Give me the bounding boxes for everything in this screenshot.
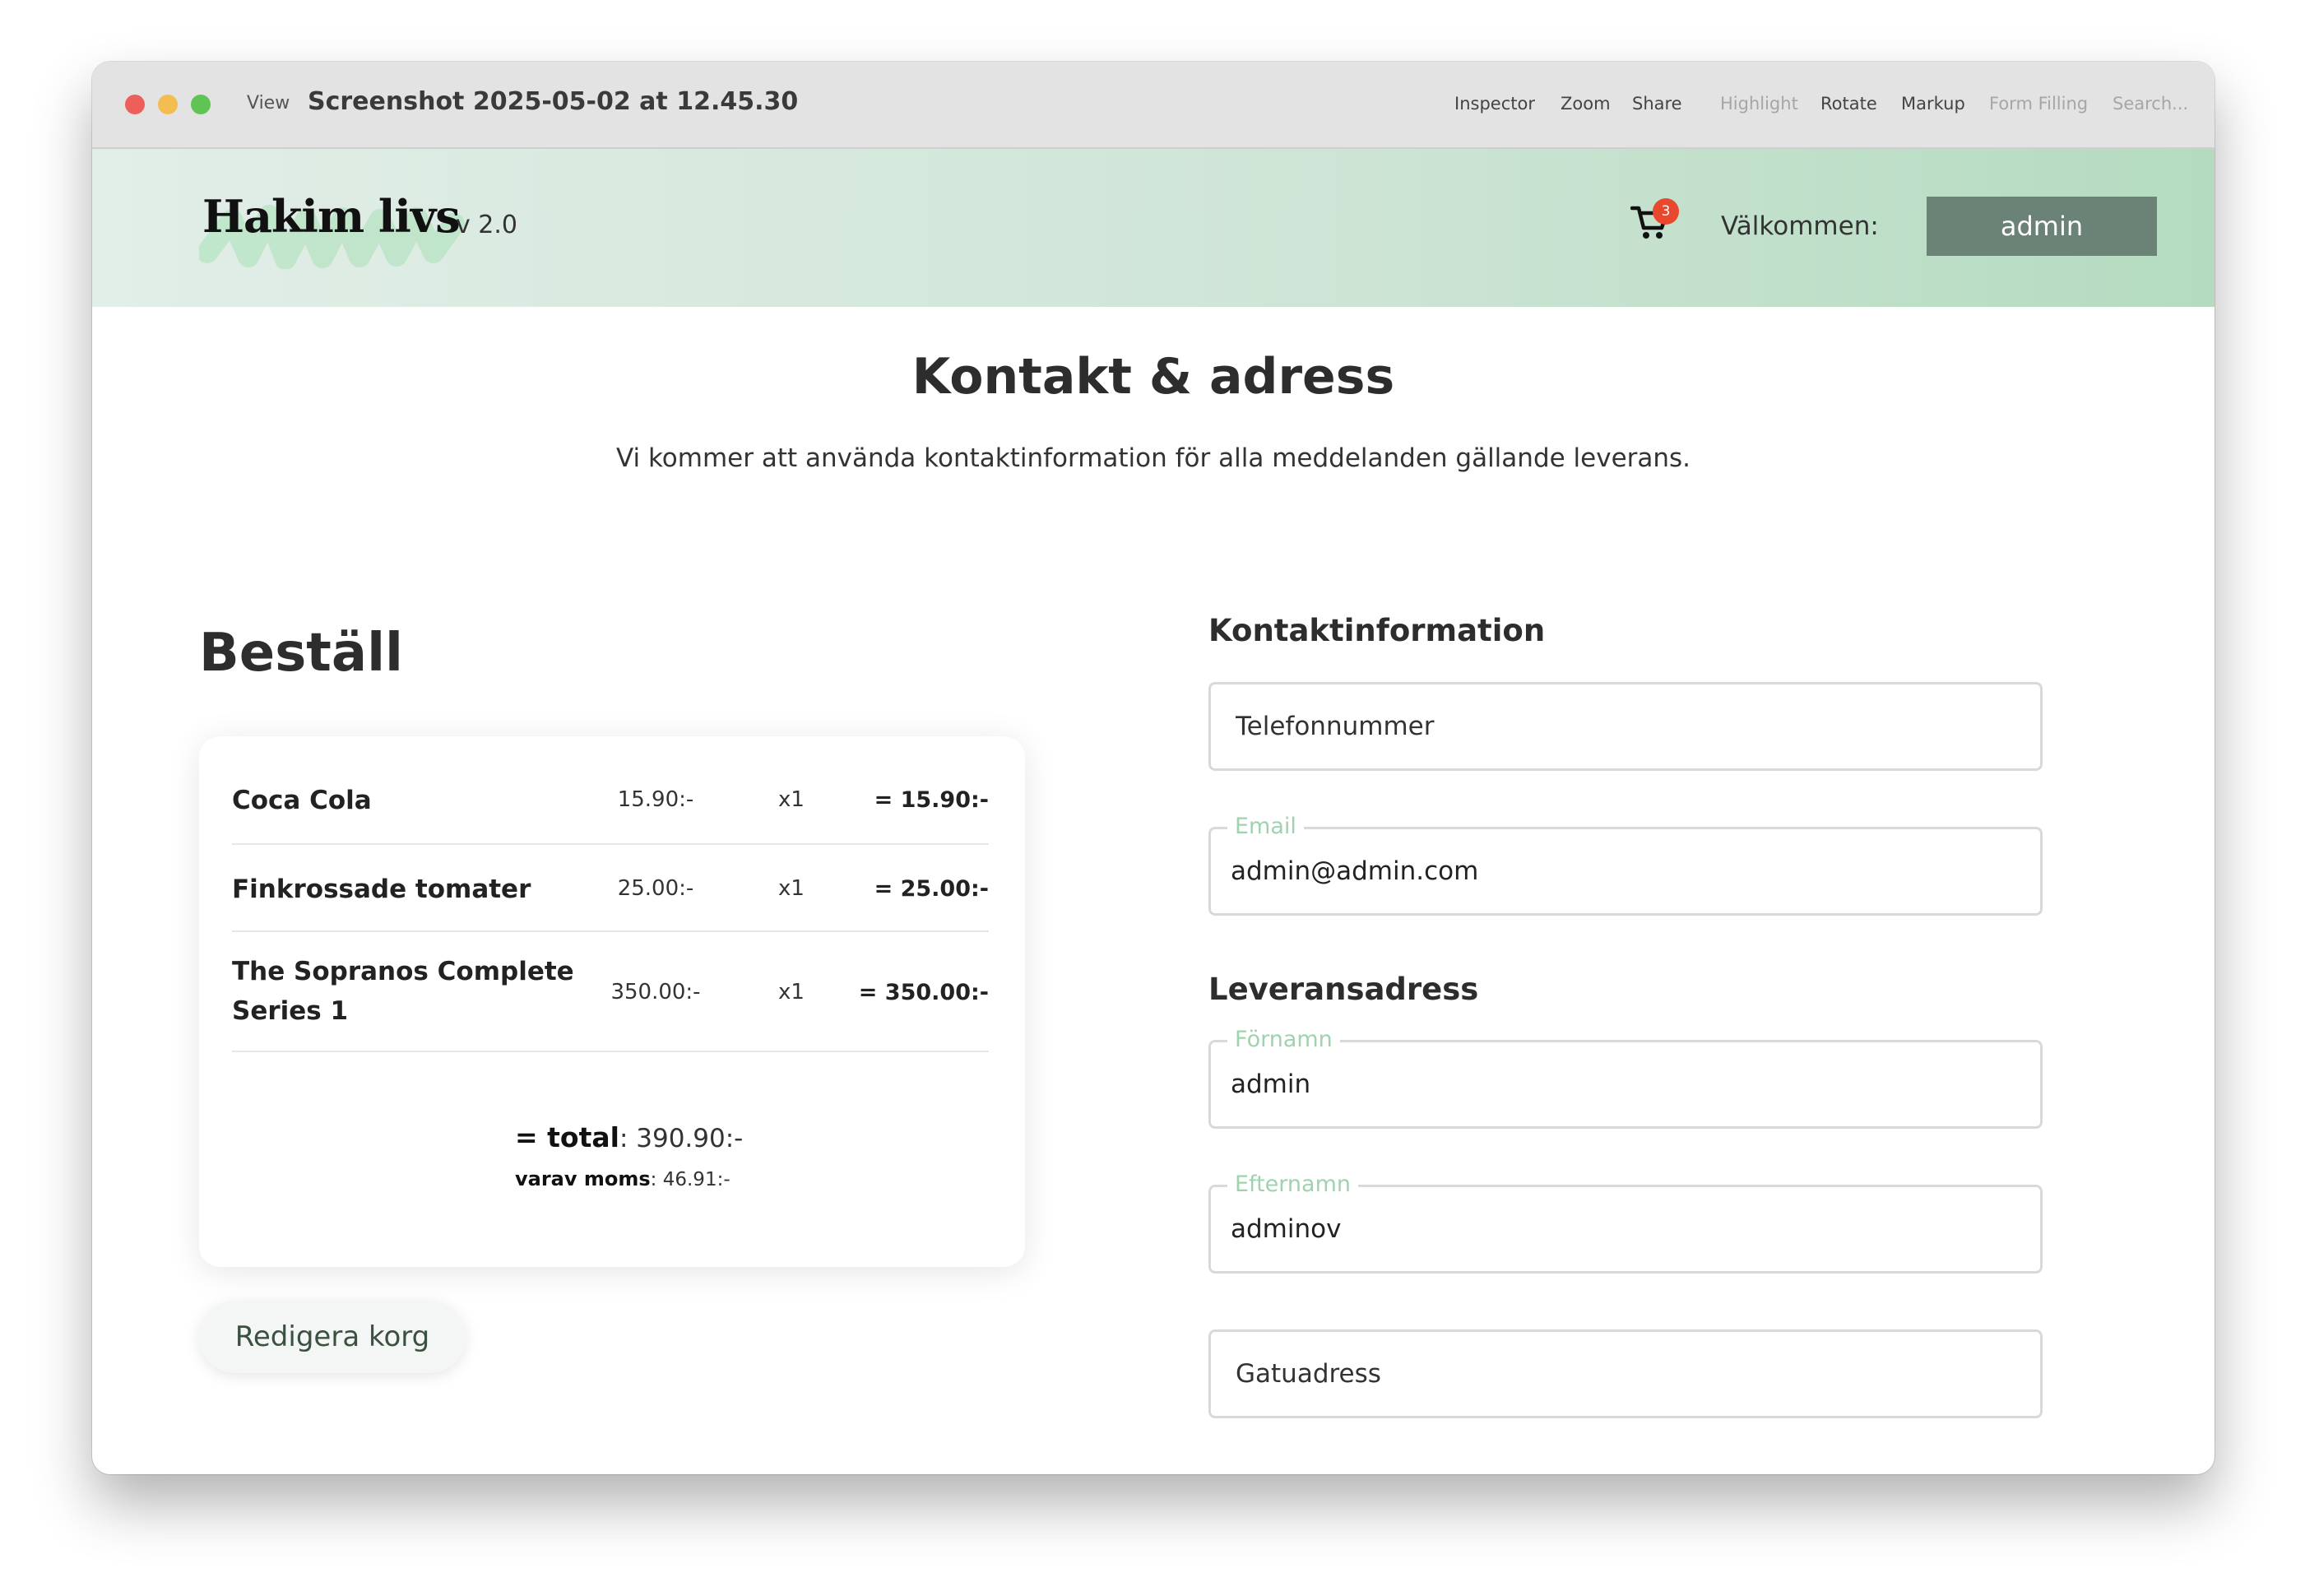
search-field[interactable]: Search... <box>2113 94 2188 114</box>
edit-cart-button[interactable]: Redigera korg <box>199 1301 466 1373</box>
page-title: Kontakt & adress <box>911 348 1395 406</box>
item-name: Finkrossade tomater <box>232 875 531 904</box>
item-quantity: x1 <box>778 876 805 901</box>
item-name: Coca Cola <box>232 786 372 815</box>
title-bar: View Screenshot 2025-05-02 at 12.45.30 I… <box>92 62 2215 149</box>
welcome-label: Välkommen: <box>1721 211 1879 241</box>
cart-count-badge: 3 <box>1653 198 1679 225</box>
item-subtotal: = 350.00:- <box>858 980 989 1005</box>
item-price: 350.00:- <box>610 980 701 1004</box>
phone-input[interactable] <box>1236 684 2009 768</box>
firstname-input[interactable] <box>1231 1042 2004 1126</box>
lastname-input[interactable] <box>1231 1187 2004 1271</box>
vat-line: varav moms: 46.91:- <box>515 1167 730 1190</box>
firstname-field[interactable]: Förnamn <box>1208 1026 2043 1129</box>
street-field[interactable] <box>1208 1329 2043 1418</box>
view-menu[interactable]: View <box>247 93 290 114</box>
page-subtitle: Vi kommer att använda kontaktinformation… <box>615 443 1691 473</box>
rotate-button[interactable]: Rotate <box>1820 94 1877 114</box>
lastname-field[interactable]: Efternamn <box>1208 1171 2043 1274</box>
item-name: The Sopranos Complete Series 1 <box>232 957 574 1026</box>
item-subtotal: = 15.90:- <box>874 787 989 813</box>
item-price: 15.90:- <box>617 787 694 812</box>
user-menu-button[interactable]: admin <box>1927 197 2157 256</box>
order-row: The Sopranos Complete Series 1 350.00:- … <box>232 932 989 1052</box>
window-title: Screenshot 2025-05-02 at 12.45.30 <box>308 87 799 116</box>
order-summary-card: Coca Cola 15.90:- x1 = 15.90:- Finkrossa… <box>199 736 1025 1267</box>
inspector-button[interactable]: Inspector <box>1454 94 1535 114</box>
zoom-window-button[interactable] <box>191 95 211 114</box>
email-input[interactable] <box>1231 829 2004 913</box>
version-label: v 2.0 <box>456 211 517 239</box>
item-subtotal: = 25.00:- <box>874 876 989 902</box>
vat-label: varav moms <box>515 1167 651 1190</box>
street-input[interactable] <box>1236 1332 2009 1416</box>
highlight-button[interactable]: Highlight <box>1720 94 1798 114</box>
site-logo[interactable]: Hakim livs <box>202 190 461 243</box>
order-row: Coca Cola 15.90:- x1 = 15.90:- <box>232 758 989 845</box>
site-header: Hakim livs v 2.0 3 Välkommen: admin <box>92 149 2215 307</box>
close-window-button[interactable] <box>125 95 145 114</box>
item-quantity: x1 <box>778 980 805 1004</box>
email-field[interactable]: Email <box>1208 813 2043 916</box>
order-row: Finkrossade tomater 25.00:- x1 = 25.00:- <box>232 845 989 932</box>
contact-section-title: Kontaktinformation <box>1208 613 1546 648</box>
share-button[interactable]: Share <box>1632 94 1682 114</box>
order-title: Beställ <box>199 623 403 684</box>
total-value: : 390.90:- <box>619 1124 744 1153</box>
markup-button[interactable]: Markup <box>1901 94 1965 114</box>
form-filling-button[interactable]: Form Filling <box>1989 94 2088 114</box>
total-label: = total <box>515 1121 619 1153</box>
item-quantity: x1 <box>778 787 805 812</box>
phone-field[interactable] <box>1208 682 2043 771</box>
delivery-section-title: Leveransadress <box>1208 972 1479 1007</box>
app-window: View Screenshot 2025-05-02 at 12.45.30 I… <box>92 62 2215 1474</box>
item-price: 25.00:- <box>617 876 694 901</box>
zoom-button[interactable]: Zoom <box>1561 94 1611 114</box>
vat-value: : 46.91:- <box>650 1169 730 1190</box>
minimize-window-button[interactable] <box>158 95 178 114</box>
